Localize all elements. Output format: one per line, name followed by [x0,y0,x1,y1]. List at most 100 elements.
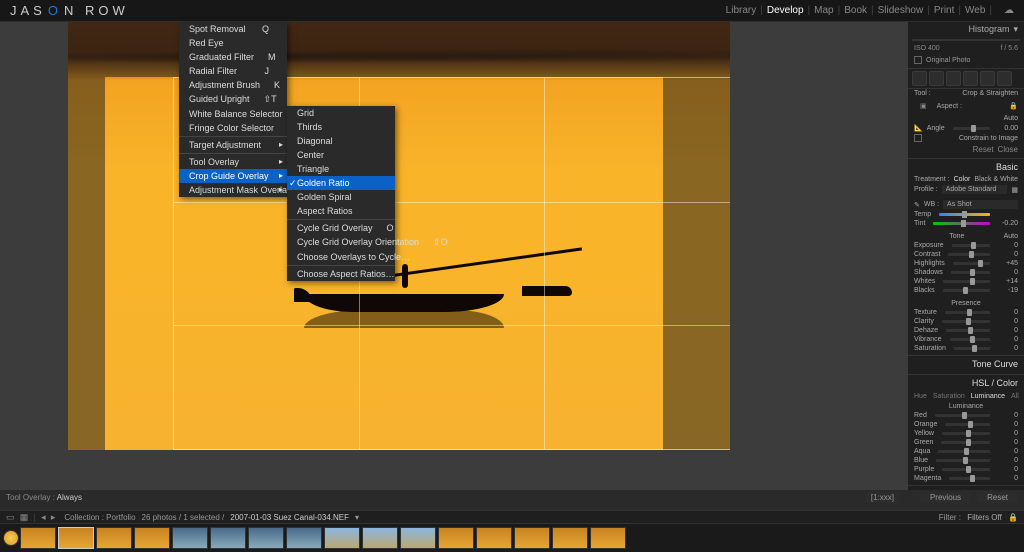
grad-tool-icon[interactable] [963,71,978,86]
clarity-slider[interactable] [942,320,990,323]
crop-frame-icon[interactable]: ▣ [914,99,933,113]
grid-view-icon[interactable]: ▦ [20,512,29,522]
texture-slider[interactable] [945,311,990,314]
crop-reset[interactable]: Reset [973,145,994,154]
collection-path[interactable]: Collection : Portfolio [64,513,135,522]
submenu-golden-ratio[interactable]: ✓Golden Ratio [287,176,395,190]
thumb[interactable] [590,527,626,549]
thumb[interactable] [400,527,436,549]
crop-close[interactable]: Close [998,145,1018,154]
tab-hue[interactable]: Hue [914,393,927,400]
basic-panel-title[interactable]: Basic [996,162,1018,172]
submenu-diagonal[interactable]: Diagonal [287,134,395,148]
brush-tool-icon[interactable] [997,71,1012,86]
tint-value[interactable]: -0.20 [998,220,1018,227]
menu-guided-upright[interactable]: Guided Upright⇧T [179,92,287,107]
menu-crop-guide-overlay[interactable]: Crop Guide Overlay▸ [179,169,287,183]
chevron-down-icon[interactable]: ▾ [1013,24,1018,35]
profile-select[interactable]: Adobe Standard [942,185,1008,194]
nav-map[interactable]: Map [814,5,833,16]
hsl-panel[interactable]: HSL / Color [972,378,1018,388]
back-nav-icon[interactable]: ◂ [41,512,46,522]
constrain-check[interactable] [914,134,922,142]
whites-value[interactable]: +14 [998,278,1018,285]
original-photo-check[interactable] [914,56,922,64]
temp-slider[interactable] [939,213,990,216]
contrast-value[interactable]: 0 [998,251,1018,258]
menu-adj-mask-overlay[interactable]: Adjustment Mask Overlay▸ [179,183,287,197]
wb-picker-icon[interactable]: ✎ [914,201,920,209]
thumb[interactable] [438,527,474,549]
blacks-value[interactable]: -19 [998,287,1018,294]
menu-radial-filter[interactable]: Radial FilterJ [179,64,287,78]
wb-select[interactable]: As Shot [943,200,1018,209]
thumb[interactable] [20,527,56,549]
submenu-cycle-orient[interactable]: Cycle Grid Overlay Orientation⇧O [287,235,395,250]
thumb[interactable] [96,527,132,549]
submenu-choose-aspect[interactable]: Choose Aspect Ratios… [287,267,395,281]
shadows-slider[interactable] [951,271,990,274]
auto-straighten[interactable]: Auto [1004,115,1018,122]
nav-web[interactable]: Web [965,5,985,16]
nav-print[interactable]: Print [934,5,955,16]
menu-wb-selector[interactable]: White Balance SelectorW [179,107,287,121]
hsl-yellow-slider[interactable] [942,432,990,435]
thumb[interactable] [134,527,170,549]
canvas[interactable]: Spot RemovalQ Red Eye Graduated FilterM … [0,22,908,490]
nav-develop[interactable]: Develop [767,5,804,16]
menu-spot-removal[interactable]: Spot RemovalQ [179,22,287,36]
second-window-icon[interactable]: ▭ [6,512,15,522]
thumb[interactable] [172,527,208,549]
crop-tool-icon[interactable] [912,71,927,86]
identity-plate-icon[interactable] [4,531,18,545]
highlights-slider[interactable] [953,262,990,265]
thumb[interactable] [514,527,550,549]
cloud-sync-icon[interactable]: ☁ [1004,5,1014,16]
vibrance-slider[interactable] [950,338,990,341]
angle-slider[interactable] [953,127,990,130]
menu-target-adj[interactable]: Target Adjustment▸ [179,138,287,152]
thumb-selected[interactable] [58,527,94,549]
spot-tool-icon[interactable] [929,71,944,86]
exposure-value[interactable]: 0 [998,242,1018,249]
saturation-slider[interactable] [954,347,990,350]
thumb[interactable] [210,527,246,549]
chevron-down-icon[interactable]: ▾ [355,513,359,522]
whites-slider[interactable] [943,280,990,283]
previous-button[interactable]: Previous [920,492,971,503]
submenu-grid[interactable]: Grid [287,106,395,120]
submenu-thirds[interactable]: Thirds [287,120,395,134]
blacks-slider[interactable] [943,289,990,292]
tint-slider[interactable] [933,222,990,225]
menu-fringe-color[interactable]: Fringe Color Selector [179,121,287,135]
lock-icon[interactable]: 🔒 [1009,102,1018,110]
fwd-nav-icon[interactable]: ▸ [51,512,56,522]
histogram-label[interactable]: Histogram [968,24,1009,35]
tab-all[interactable]: All [1011,393,1019,400]
submenu-choose-overlays[interactable]: Choose Overlays to Cycle… [287,250,395,264]
tab-sat[interactable]: Saturation [933,393,965,400]
shadows-value[interactable]: 0 [998,269,1018,276]
exposure-slider[interactable] [952,244,990,247]
submenu-golden-spiral[interactable]: Golden Spiral [287,190,395,204]
angle-icon[interactable]: 📐 [914,124,923,132]
filters-off[interactable]: Filters Off [967,513,1002,522]
thumb[interactable] [476,527,512,549]
menu-tool-overlay[interactable]: Tool Overlay▸ [179,155,287,169]
submenu-aspect-ratios[interactable]: Aspect Ratios [287,204,395,218]
hsl-aqua-slider[interactable] [938,450,990,453]
contrast-slider[interactable] [948,253,990,256]
dehaze-slider[interactable] [946,329,990,332]
filter-lock-icon[interactable]: 🔒 [1008,513,1018,522]
menu-grad-filter[interactable]: Graduated FilterM [179,50,287,64]
menu-adj-brush[interactable]: Adjustment BrushK [179,78,287,92]
thumb[interactable] [362,527,398,549]
menu-red-eye[interactable]: Red Eye [179,36,287,50]
nav-book[interactable]: Book [844,5,867,16]
highlights-value[interactable]: +45 [998,260,1018,267]
filmstrip[interactable] [0,524,1024,552]
hsl-green-slider[interactable] [941,441,990,444]
nav-slideshow[interactable]: Slideshow [878,5,924,16]
thumb[interactable] [324,527,360,549]
hsl-red-slider[interactable] [935,414,990,417]
